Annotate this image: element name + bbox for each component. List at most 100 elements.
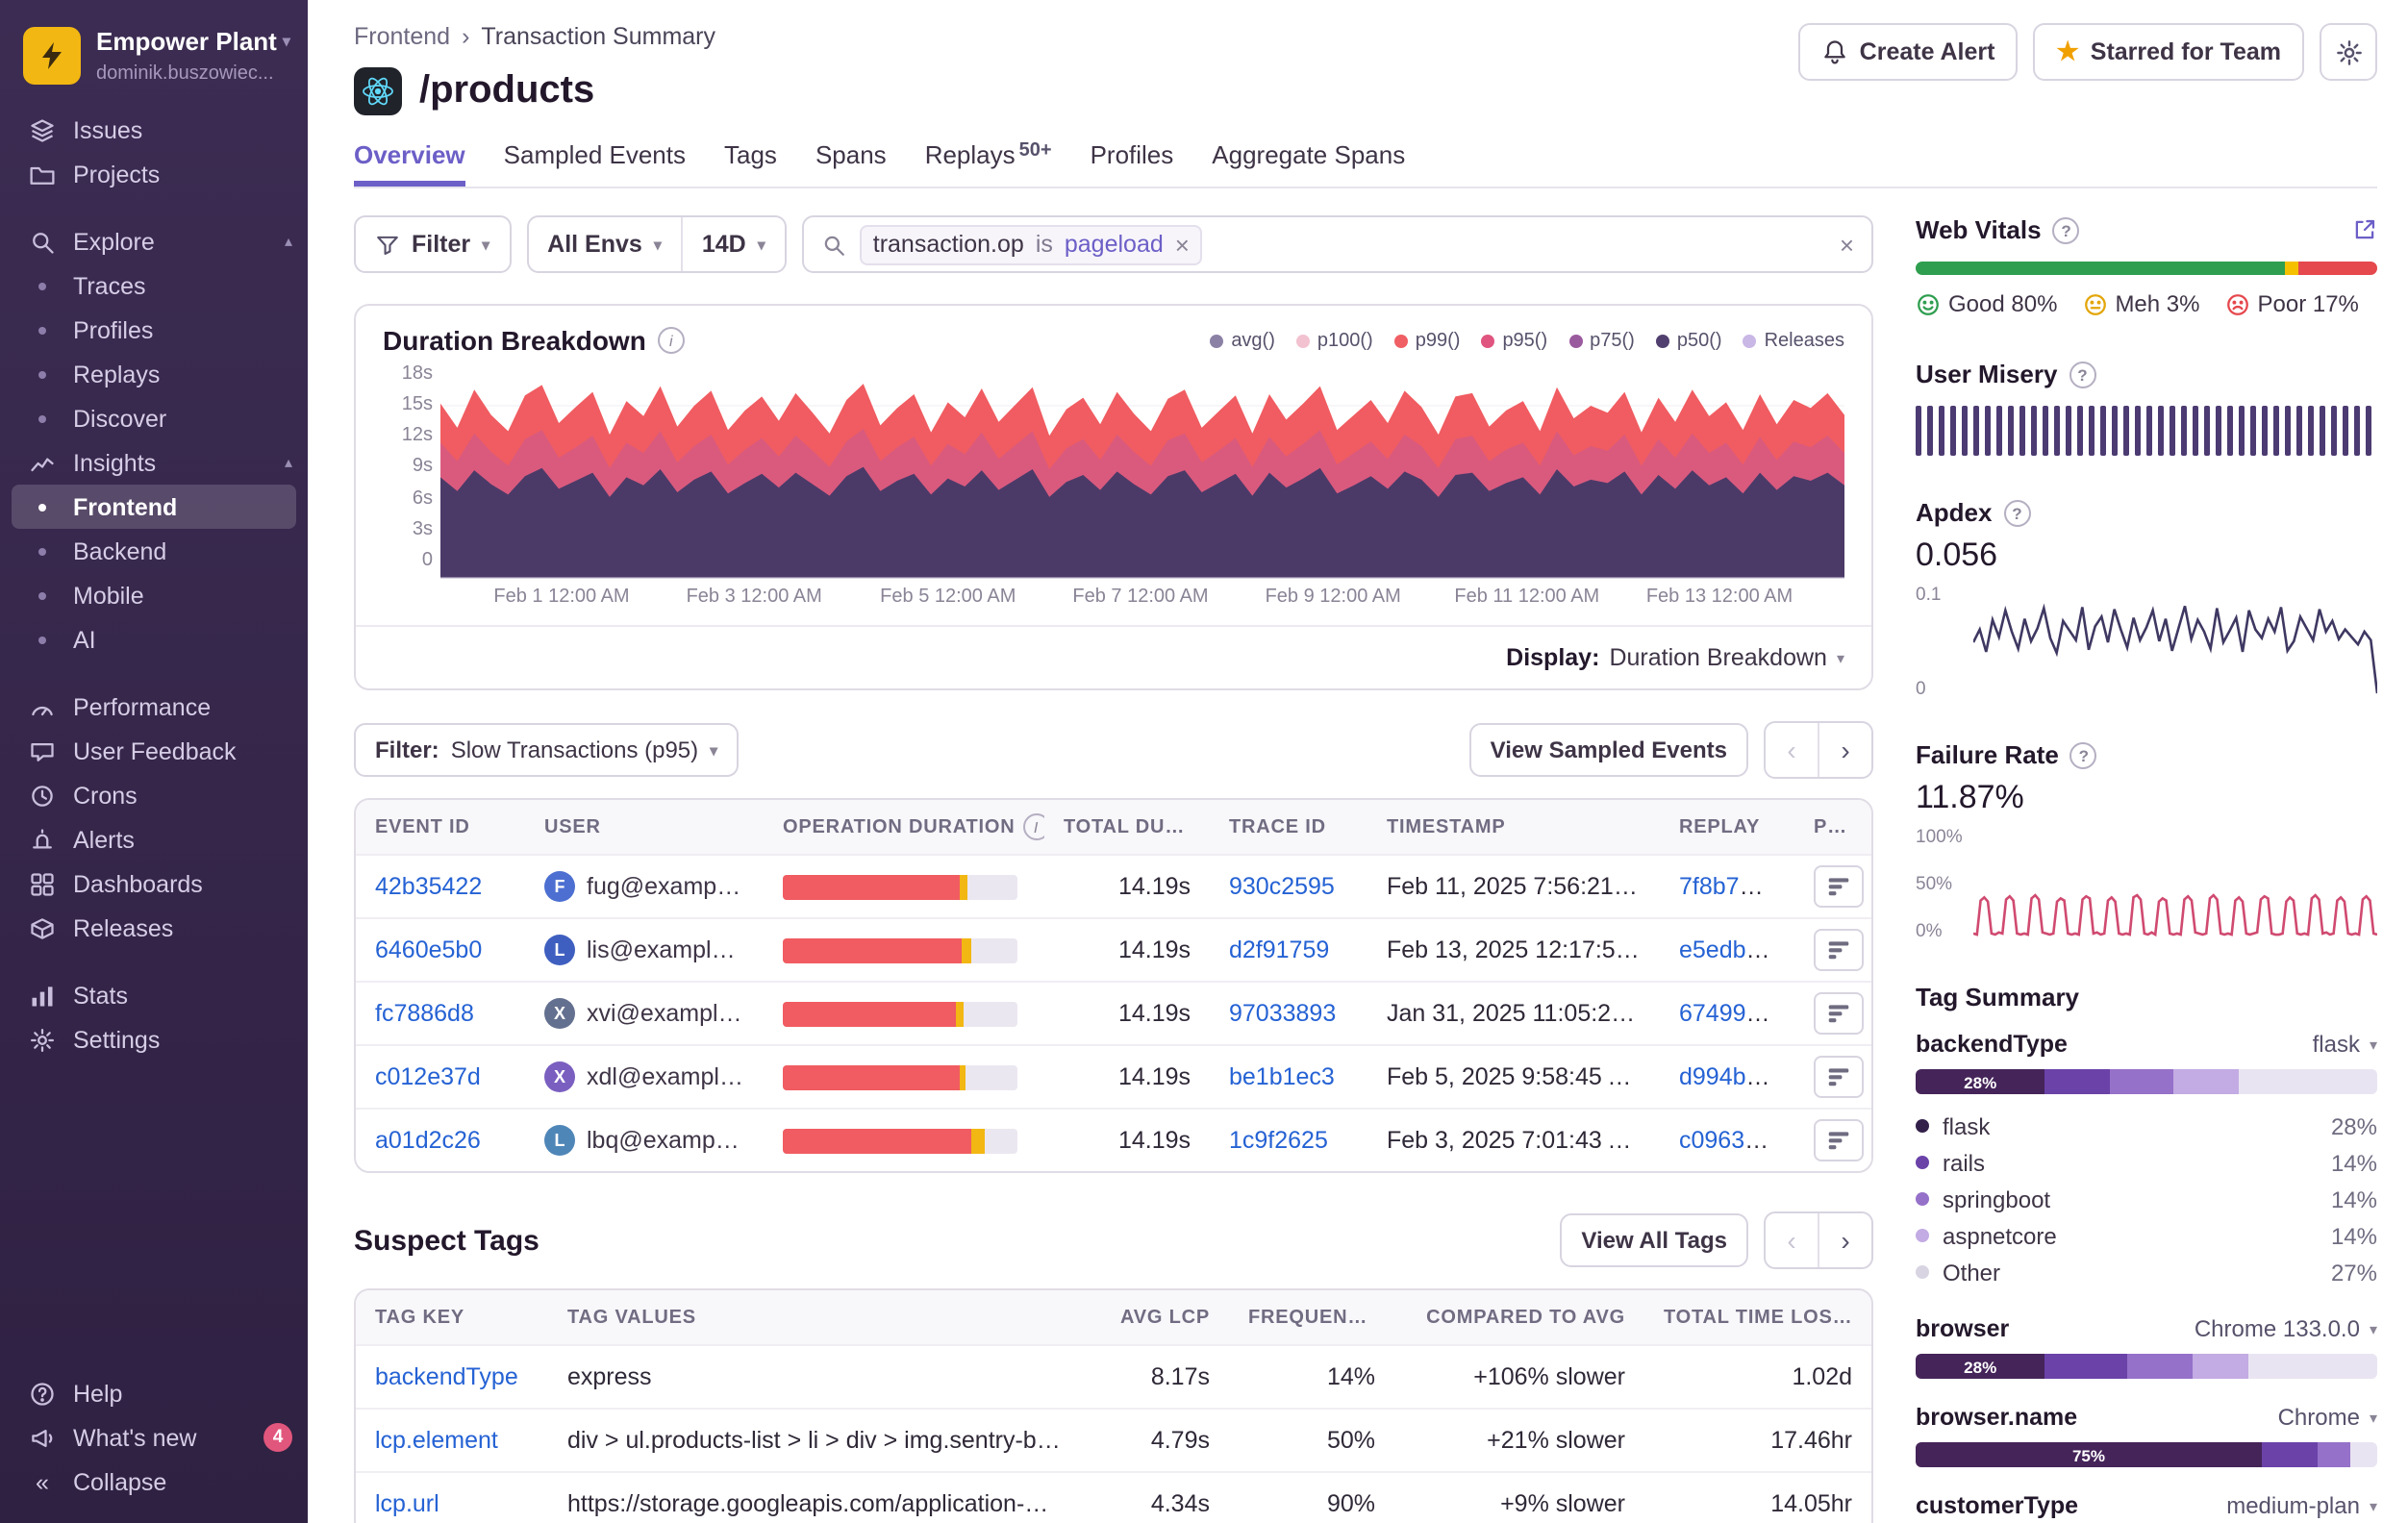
filter-dropdown[interactable]: Filter ▾ xyxy=(354,215,511,273)
sidebar-item-backend[interactable]: Backend xyxy=(0,529,308,573)
sidebar-item-crons[interactable]: Crons xyxy=(0,773,308,817)
profile-button[interactable] xyxy=(1814,929,1864,971)
tab-profiles[interactable]: Profiles xyxy=(1091,140,1174,187)
tab-tags[interactable]: Tags xyxy=(724,140,777,187)
sidebar-item-issues[interactable]: Issues xyxy=(0,108,308,152)
column-header[interactable]: Replay xyxy=(1660,816,1794,837)
sidebar-item-ai[interactable]: AI xyxy=(0,617,308,662)
tag-key-link[interactable]: lcp.element xyxy=(375,1427,498,1454)
sidebar-item-discover[interactable]: Discover xyxy=(0,396,308,440)
sidebar-item-profiles[interactable]: Profiles xyxy=(0,308,308,352)
search-clear-icon[interactable]: × xyxy=(1840,230,1854,259)
trace-id-link[interactable]: be1b1ec3 xyxy=(1229,1063,1335,1090)
duration-breakdown-chart[interactable] xyxy=(440,371,1844,579)
trace-id-link[interactable]: d2f91759 xyxy=(1229,936,1329,963)
tab-sampled-events[interactable]: Sampled Events xyxy=(504,140,686,187)
column-header[interactable]: Frequency xyxy=(1229,1307,1394,1328)
transaction-settings-button[interactable] xyxy=(2320,23,2377,81)
create-alert-button[interactable]: Create Alert xyxy=(1798,23,2019,81)
previous-page-icon[interactable]: ‹ xyxy=(1766,723,1818,777)
sidebar-item-traces[interactable]: Traces xyxy=(0,263,308,308)
info-icon[interactable] xyxy=(658,327,685,354)
tag-value-dropdown[interactable]: Chrome▾ xyxy=(2278,1404,2377,1431)
sidebar-item-replays[interactable]: Replays xyxy=(0,352,308,396)
tag-distribution-bar[interactable]: 28% xyxy=(1916,1069,2377,1094)
tab-overview[interactable]: Overview xyxy=(354,140,465,187)
sidebar-item-alerts[interactable]: Alerts xyxy=(0,817,308,861)
sidebar-item-performance[interactable]: Performance xyxy=(0,685,308,729)
sidebar-item-help[interactable]: Help xyxy=(0,1371,308,1415)
sidebar-item-mobile[interactable]: Mobile xyxy=(0,573,308,617)
tag-legend-link[interactable]: Other xyxy=(1943,1259,2000,1286)
tag-legend-link[interactable]: aspnetcore xyxy=(1943,1222,2057,1249)
tag-value-dropdown[interactable]: flask▾ xyxy=(2313,1031,2377,1058)
tag-value-dropdown[interactable]: medium-plan▾ xyxy=(2226,1492,2377,1519)
profile-button[interactable] xyxy=(1814,1119,1864,1161)
replay-link[interactable]: c0963d8b xyxy=(1679,1127,1785,1154)
sidebar-item-releases[interactable]: Releases xyxy=(0,906,308,950)
previous-page-icon[interactable]: ‹ xyxy=(1766,1213,1818,1267)
help-circle-icon[interactable] xyxy=(2053,216,2080,243)
sidebar-item-projects[interactable]: Projects xyxy=(0,152,308,196)
tag-legend-link[interactable]: flask xyxy=(1943,1112,1990,1139)
sidebar-item-frontend[interactable]: Frontend xyxy=(12,485,296,529)
trace-id-link[interactable]: 1c9f2625 xyxy=(1229,1127,1328,1154)
trace-id-link[interactable]: 930c2595 xyxy=(1229,873,1335,900)
replay-link[interactable]: d994bf8d xyxy=(1679,1063,1779,1090)
transactions-filter-dropdown[interactable]: Filter: Slow Transactions (p95) ▾ xyxy=(354,723,739,777)
tab-aggregate-spans[interactable]: Aggregate Spans xyxy=(1212,140,1405,187)
sidebar-item-whats-new[interactable]: What's new 4 xyxy=(0,1415,308,1460)
event-id-link[interactable]: c012e37d xyxy=(375,1063,481,1090)
sidebar-item-explore[interactable]: Explore ▴ xyxy=(0,219,308,263)
sidebar-collapse-button[interactable]: « Collapse xyxy=(0,1460,308,1504)
column-header[interactable]: User xyxy=(525,816,764,837)
display-dropdown[interactable]: Duration Breakdown ▾ xyxy=(1609,644,1844,671)
column-header[interactable]: Timestamp xyxy=(1367,816,1660,837)
column-header-sorted[interactable]: Total time lost↓ xyxy=(1644,1306,1871,1329)
tag-distribution-bar[interactable]: 28% xyxy=(1916,1354,2377,1379)
tag-value-dropdown[interactable]: Chrome 133.0.0▾ xyxy=(2195,1315,2377,1342)
column-header[interactable]: Event ID xyxy=(356,816,525,837)
breadcrumb-frontend-link[interactable]: Frontend xyxy=(354,23,450,50)
column-header[interactable]: Trace ID xyxy=(1210,816,1367,837)
event-id-link[interactable]: 42b35422 xyxy=(375,873,482,900)
column-header[interactable]: Total Duration xyxy=(1044,816,1210,837)
legend-item-p75[interactable]: p75() xyxy=(1568,330,1635,351)
event-id-link[interactable]: a01d2c26 xyxy=(375,1127,481,1154)
legend-item-p50[interactable]: p50() xyxy=(1656,330,1722,351)
tab-spans[interactable]: Spans xyxy=(815,140,887,187)
tag-legend-link[interactable]: springboot xyxy=(1943,1186,2050,1212)
tab-replays[interactable]: Replays50+ xyxy=(925,140,1052,187)
replay-link[interactable]: 67499e14 xyxy=(1679,1000,1786,1027)
profile-button[interactable] xyxy=(1814,1056,1864,1098)
environment-dropdown[interactable]: All Envs ▾ xyxy=(528,217,681,271)
event-id-link[interactable]: 6460e5b0 xyxy=(375,936,482,963)
sidebar-item-dashboards[interactable]: Dashboards xyxy=(0,861,308,906)
view-all-tags-button[interactable]: View All Tags xyxy=(1560,1213,1748,1267)
legend-item-releases[interactable]: Releases xyxy=(1743,330,1844,351)
org-switcher[interactable]: Empower Plant▾ dominik.buszowiec... xyxy=(0,19,308,108)
replay-link[interactable]: 7f8b7d1a xyxy=(1679,873,1779,900)
sidebar-item-insights[interactable]: Insights ▴ xyxy=(0,440,308,485)
legend-item-avg[interactable]: avg() xyxy=(1210,330,1275,351)
tag-legend-link[interactable]: rails xyxy=(1943,1149,1985,1176)
next-page-icon[interactable]: › xyxy=(1818,1213,1871,1267)
tag-key-link[interactable]: backendType xyxy=(375,1363,518,1390)
tag-distribution-bar[interactable]: 75% xyxy=(1916,1442,2377,1467)
trace-id-link[interactable]: 97033893 xyxy=(1229,1000,1336,1027)
column-header[interactable]: Avg LCP xyxy=(1083,1307,1229,1328)
column-header[interactable]: Tag Key xyxy=(356,1307,548,1328)
profile-button[interactable] xyxy=(1814,992,1864,1035)
sidebar-item-stats[interactable]: Stats xyxy=(0,973,308,1017)
sidebar-item-settings[interactable]: Settings xyxy=(0,1017,308,1061)
token-remove-icon[interactable]: × xyxy=(1175,230,1190,259)
next-page-icon[interactable]: › xyxy=(1818,723,1871,777)
legend-item-p100[interactable]: p100() xyxy=(1296,330,1373,351)
tag-key-link[interactable]: lcp.url xyxy=(375,1490,439,1517)
help-circle-icon[interactable] xyxy=(2003,499,2030,526)
starred-for-team-button[interactable]: ★ Starred for Team xyxy=(2033,23,2304,81)
event-id-link[interactable]: fc7886d8 xyxy=(375,1000,474,1027)
column-header[interactable]: Profile xyxy=(1794,816,1871,837)
column-header[interactable]: Compared to avg xyxy=(1394,1307,1644,1328)
search-token[interactable]: transaction.op is pageload × xyxy=(860,224,1203,264)
